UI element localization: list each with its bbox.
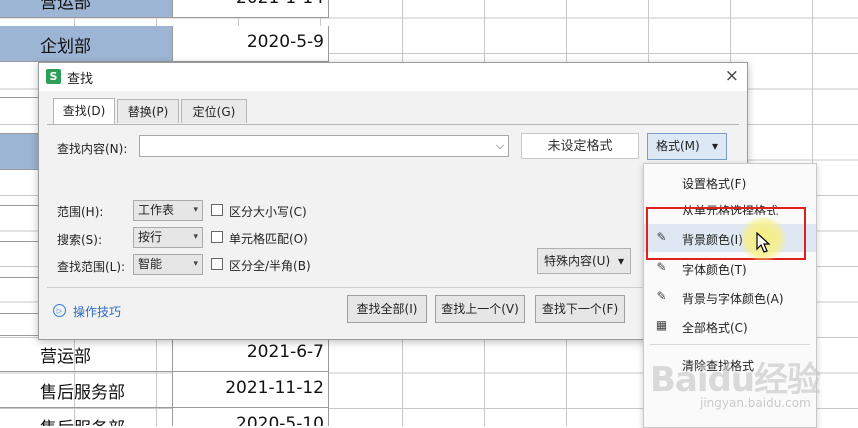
watermark-logo: Baidu经验 (650, 360, 821, 400)
search-value: 按行 (138, 230, 163, 244)
search-select[interactable]: 按行 ▾ (133, 227, 203, 248)
all-format-icon: ▦ (655, 318, 668, 332)
tab-divider (47, 124, 739, 125)
bg-and-font-color-icon: ✎ (656, 289, 667, 303)
department-cell[interactable]: 营运部 (0, 0, 173, 18)
find-content-label: 查找内容(N): (57, 142, 128, 156)
date-text: 2021-6-7 (246, 342, 324, 362)
watermark-url: jingyan.baidu.com (700, 396, 811, 410)
date-cell[interactable]: 2021-1-14 (173, 0, 329, 18)
match-cell-checkbox[interactable] (211, 231, 223, 243)
chevron-down-icon[interactable]: ⌵ (491, 135, 509, 157)
chevron-down-icon: ▾ (193, 232, 198, 242)
menu-item-label: 字体颜色(T) (682, 263, 747, 277)
tab-replace[interactable]: 替换(P) (117, 99, 179, 123)
date-cell[interactable]: 2020-5-9 (173, 26, 329, 62)
format-status: 未设定格式 (521, 133, 639, 159)
department-cell[interactable]: 企划部 (0, 26, 173, 62)
match-cell-label: 单元格匹配(O) (229, 232, 308, 246)
play-circle-icon[interactable]: ▷ (53, 304, 66, 317)
date-text: 2021-1-14 (236, 0, 324, 8)
scope-label: 范围(H): (57, 205, 104, 219)
menu-item-label: 设置格式(F) (682, 177, 747, 191)
tab-goto[interactable]: 定位(G) (181, 99, 247, 123)
font-color-icon: ✎ (656, 260, 667, 274)
match-case-label: 区分大小写(C) (229, 205, 307, 219)
look-in-label: 查找范围(L): (57, 260, 126, 274)
search-label: 搜索(S): (57, 233, 103, 247)
date-cell[interactable]: 2020-5-10 (173, 408, 329, 426)
department-text: 企划部 (40, 37, 91, 57)
look-in-value: 智能 (138, 257, 163, 271)
find-content-input[interactable] (139, 135, 509, 157)
close-icon[interactable]: × (725, 66, 739, 86)
footer-divider (47, 287, 739, 288)
format-button[interactable]: 格式(M) ▾ (647, 133, 727, 160)
department-text: 售后服务部 (40, 383, 125, 403)
chevron-down-icon: ▾ (711, 139, 718, 153)
find-next-button[interactable]: 查找下一个(F) (535, 295, 625, 323)
menu-item-bg-and-font-color[interactable]: ✎ 背景与字体颜色(A) (644, 283, 816, 311)
match-width-label: 区分全/半角(B) (229, 259, 311, 273)
menu-item-set-format[interactable]: 设置格式(F) (644, 168, 816, 196)
mouse-cursor-icon (756, 232, 770, 253)
match-case-checkbox[interactable] (211, 204, 223, 216)
special-content-button[interactable]: 特殊内容(U) ▾ (537, 248, 631, 274)
menu-item-label: 全部格式(C) (682, 321, 748, 335)
find-dialog: S 查找 × 查找(D) 替换(P) 定位(G) 查找内容(N): ⌵ 未设定格… (38, 62, 748, 340)
chevron-down-icon: ▾ (193, 205, 198, 215)
chevron-down-icon: ▾ (193, 259, 198, 269)
scope-value: 工作表 (138, 203, 175, 217)
scope-select[interactable]: 工作表 ▾ (133, 200, 203, 221)
date-cell[interactable]: 2021-6-7 (173, 336, 329, 372)
tab-find[interactable]: 查找(D) (53, 98, 115, 124)
dialog-title: 查找 (67, 72, 94, 87)
department-cell[interactable]: 营运部 (0, 336, 173, 372)
chevron-down-icon: ▾ (617, 254, 624, 268)
department-text: 营运部 (40, 347, 91, 367)
department-cell[interactable]: 售后服务部 (0, 408, 173, 426)
menu-item-all-formats[interactable]: ▦ 全部格式(C) (644, 312, 816, 340)
department-text: 售后服务部 (40, 414, 125, 426)
date-cell[interactable]: 2021-11-12 (173, 372, 329, 408)
look-in-select[interactable]: 智能 ▾ (133, 254, 203, 275)
department-cell[interactable]: 售后服务部 (0, 372, 173, 408)
tips-link[interactable]: 操作技巧 (73, 303, 121, 320)
date-text: 2021-11-12 (225, 378, 324, 398)
department-text: 营运部 (40, 0, 91, 13)
date-text: 2020-5-9 (246, 32, 324, 52)
special-content-label: 特殊内容(U) (544, 254, 611, 268)
dialog-titlebar[interactable]: S 查找 × (39, 63, 747, 91)
match-width-checkbox[interactable] (211, 258, 223, 270)
menu-divider (650, 344, 810, 345)
date-text: 2020-5-10 (236, 414, 324, 426)
menu-item-label: 背景与字体颜色(A) (682, 292, 784, 306)
find-previous-button[interactable]: 查找上一个(V) (435, 295, 525, 323)
format-button-label: 格式(M) (656, 139, 700, 153)
find-all-button[interactable]: 查找全部(I) (347, 295, 427, 323)
wps-app-icon: S (46, 69, 61, 84)
